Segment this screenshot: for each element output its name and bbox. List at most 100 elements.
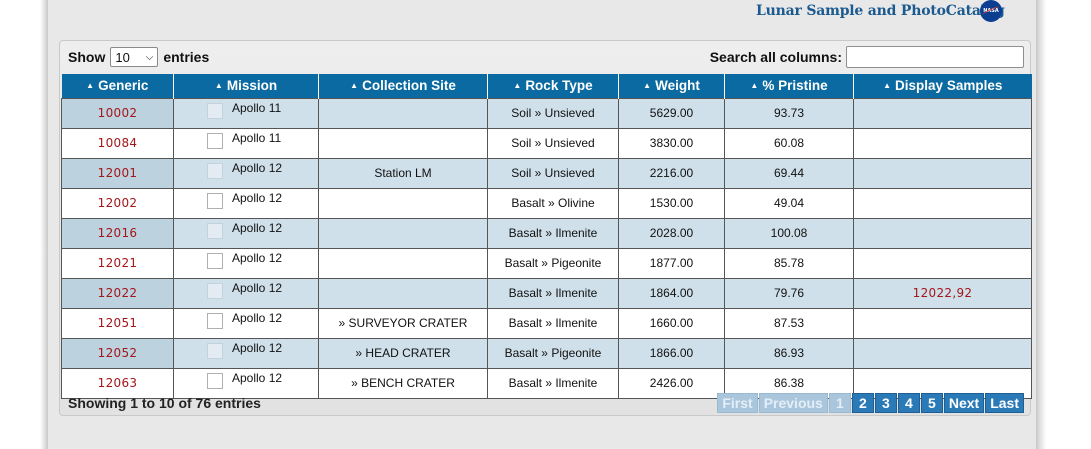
row-checkbox[interactable] [207,102,223,119]
column-header-label: Generic [98,78,149,94]
show-label: Show [68,49,106,65]
weight-cell: 2028.00 [618,217,725,249]
display-samples-link [853,307,1032,339]
mission-label: Apollo 12 [232,280,283,295]
weight-cell: 1877.00 [618,247,725,279]
generic-sample-link[interactable]: 12001 [61,157,174,189]
generic-sample-link[interactable]: 12051 [61,307,174,339]
mission-cell: Apollo 11 [173,127,319,159]
column-header-label: Display Samples [895,78,1003,94]
collection-site-cell [318,97,488,129]
collection-site-cell: » BENCH CRATER [318,367,488,399]
row-checkbox[interactable] [207,312,223,329]
row-checkbox[interactable] [207,132,223,149]
column-header-label: Rock Type [525,78,593,94]
column-header-collection-site[interactable]: ▲ Collection Site [318,74,488,98]
row-checkbox[interactable] [207,252,223,269]
page-button-3[interactable]: 3 [874,393,897,413]
mission-label: Apollo 12 [232,190,283,205]
generic-sample-link[interactable]: 12002 [61,187,174,219]
column-header-mission[interactable]: ▲ Mission [173,74,319,98]
row-checkbox[interactable] [207,372,223,389]
generic-sample-link[interactable]: 12052 [61,337,174,369]
entries-per-page-select[interactable]: 10 ⌵ [110,47,159,67]
column-header-generic[interactable]: ▲ Generic [61,74,174,98]
column-header-pristine[interactable]: ▲% Pristine [724,74,854,98]
display-samples-link[interactable]: 12022,92 [853,277,1032,309]
display-samples-link [853,217,1032,249]
page-button-1[interactable]: 1 [828,393,851,413]
nasa-logo-icon[interactable]: NASA [980,0,1002,22]
row-checkbox[interactable] [207,222,223,239]
rock-type-cell: Soil » Unsieved [487,157,619,189]
samples-table: ▲ Generic ▲ Mission ▲ Collection Site ▲ Rock Ty… [61,74,1032,399]
weight-cell: 1660.00 [618,307,725,339]
last-page-button[interactable]: Last [985,393,1024,413]
weight-cell: 1866.00 [618,337,725,369]
table-row[interactable]: 12051 Apollo 12 » SURVEYOR CRATER Basalt » … [61,307,1032,339]
table-row[interactable]: 12016 Apollo 12 Basalt » Ilmenite 2028.00 10… [61,217,1032,249]
sort-arrow-icon: ▲ [350,81,359,91]
column-header-label: Collection Site [362,78,456,94]
row-checkbox[interactable] [207,192,223,209]
column-header-label: % Pristine [762,78,828,94]
pristine-cell: 60.08 [724,127,854,159]
page-button-2[interactable]: 2 [851,393,874,413]
site-title[interactable]: Lunar Sample and PhotoCatalog [756,0,1005,22]
table-row[interactable]: 10084 Apollo 11 Soil » Unsieved 3830.00 60.0… [61,127,1032,159]
mission-label: Apollo 11 [232,130,282,145]
sort-arrow-icon: ▲ [86,81,95,91]
table-row[interactable]: 10002 Apollo 11 Soil » Unsieved 5629.00 93.7… [61,97,1032,129]
table-row[interactable]: 12002 Apollo 12 Basalt » Olivine 1530.00 49.… [61,187,1032,219]
generic-sample-link[interactable]: 12016 [61,217,174,249]
entries-per-page-value: 10 [115,49,130,65]
generic-sample-link[interactable]: 12022 [61,277,174,309]
page-button-4[interactable]: 4 [897,393,920,413]
table-row[interactable]: 12021 Apollo 12 Basalt » Pigeonite 1877.00 8… [61,247,1032,279]
pristine-cell: 79.76 [724,277,854,309]
row-checkbox[interactable] [207,162,223,179]
weight-cell: 2426.00 [618,367,725,399]
generic-sample-link[interactable]: 12021 [61,247,174,279]
rock-type-cell: Basalt » Ilmenite [487,277,619,309]
rock-type-cell: Basalt » Olivine [487,187,619,219]
pristine-cell: 86.93 [724,337,854,369]
display-samples-link [853,337,1032,369]
rock-type-cell: Soil » Unsieved [487,97,619,129]
collection-site-cell [318,277,488,309]
pristine-cell: 93.73 [724,97,854,129]
table-row[interactable]: 12052 Apollo 12 » HEAD CRATER Basalt » Pige… [61,337,1032,369]
page-button-5[interactable]: 5 [920,393,943,413]
mission-label: Apollo 12 [232,370,283,385]
mission-label: Apollo 11 [232,100,282,115]
generic-sample-link[interactable]: 10084 [61,127,174,159]
pagination: First Previous 1 2 3 4 5 Next Last [717,393,1024,413]
column-header-rock-type[interactable]: ▲ Rock Type [487,74,619,98]
column-header-weight[interactable]: ▲ Weight [618,74,725,98]
display-samples-link [853,127,1032,159]
search-input[interactable] [846,46,1024,68]
pristine-cell: 87.53 [724,307,854,339]
collection-site-cell [318,217,488,249]
next-page-button[interactable]: Next [943,393,985,413]
collection-site-cell [318,247,488,279]
sort-arrow-icon: ▲ [750,81,759,91]
generic-sample-link[interactable]: 10002 [61,97,174,129]
table-row[interactable]: 12001 Apollo 12 Station LM Soil » Unsieved 2… [61,157,1032,189]
collection-site-cell: Station LM [318,157,488,189]
mission-label: Apollo 12 [232,250,283,265]
row-checkbox[interactable] [207,342,223,359]
samples-table-wrapper: Show 10 ⌵ entries Search all columns: ▲ G… [59,40,1032,416]
table-row[interactable]: 12022 Apollo 12 Basalt » Ilmenite 1864.00 79… [61,277,1032,309]
display-samples-link [853,157,1032,189]
rock-type-cell: Basalt » Ilmenite [487,217,619,249]
page-gutter-right [1036,0,1091,449]
previous-page-button[interactable]: Previous [758,393,828,413]
mission-cell: Apollo 12 [173,337,319,369]
first-page-button[interactable]: First [717,393,758,413]
generic-sample-link[interactable]: 12063 [61,367,174,399]
column-header-display-samples[interactable]: ▲ Display Samples [853,74,1032,98]
column-header-label: Mission [226,78,278,94]
row-checkbox[interactable] [207,282,223,299]
weight-cell: 5629.00 [618,97,725,129]
